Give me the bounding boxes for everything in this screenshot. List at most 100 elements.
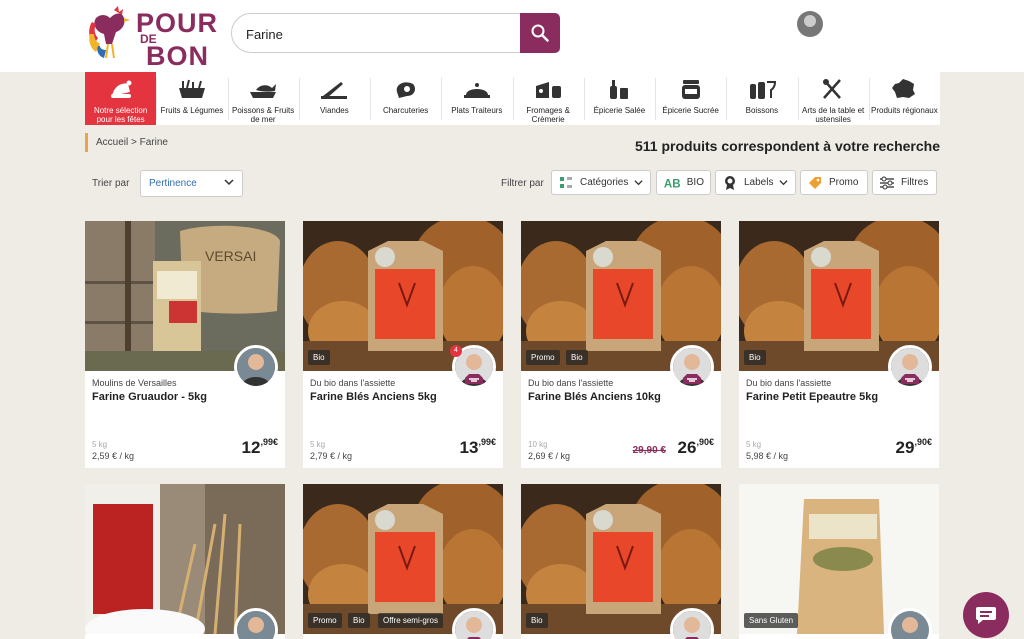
nav-item-0[interactable]: Notre sélection pour les fêtes [85, 72, 157, 125]
chevron-down-icon [224, 179, 234, 186]
filter-promo-label: Promo [829, 177, 859, 188]
price-decimal: ,99€ [478, 437, 496, 447]
nav-item-3[interactable]: Viandes [299, 72, 370, 125]
search-input[interactable] [246, 24, 516, 44]
filter-bio-button[interactable]: AB BIO [656, 170, 711, 195]
product-card[interactable] [85, 484, 285, 639]
chat-bubble-icon [976, 607, 996, 624]
old-price: 29,90 € [632, 445, 666, 456]
rooster-logo-icon [89, 6, 130, 59]
product-brand: Du bio dans l'assiette [746, 378, 832, 388]
nav-item-4[interactable]: Charcuteries [370, 72, 441, 125]
product-weight: 10 kg [528, 440, 548, 449]
nav-item-label: Produits régionaux [871, 106, 938, 115]
product-brand: Du bio dans l'assiette [528, 378, 614, 388]
nav-item-6[interactable]: Fromages & Crèmerie [513, 72, 584, 125]
filter-categories-button[interactable]: Catégories [551, 170, 651, 195]
product-card[interactable]: Promo Bio Offre semi-gros [303, 484, 503, 639]
product-unit-price: 5,98 € / kg [746, 451, 789, 461]
nav-divider [156, 78, 158, 120]
nav-item-1[interactable]: Fruits & Légumes [156, 72, 227, 125]
nav-item-label: Arts de la table et ustensiles [801, 106, 865, 124]
category-nav: Notre sélection pour les fêtes Fruits & L… [85, 72, 940, 125]
filter-labels-button[interactable]: Labels [715, 170, 796, 195]
nav-item-label: Boissons [745, 106, 779, 115]
product-badge: Promo [526, 350, 560, 365]
nav-item-11[interactable]: Produits régionaux [869, 72, 940, 125]
chat-button[interactable] [963, 592, 1009, 638]
product-weight: 5 kg [746, 440, 762, 449]
nav-item-7[interactable]: Épicerie Salée [584, 72, 655, 125]
product-weight: 5 kg [310, 440, 326, 449]
svg-text:VERSAI: VERSAI [205, 248, 256, 264]
ab-bio-icon: AB [664, 178, 681, 190]
nav-divider [441, 78, 443, 120]
product-price: 13,99€ [460, 437, 496, 458]
product-brand: Moulins de Versailles [92, 378, 177, 388]
product-badge: Sans Gluten [744, 613, 799, 628]
product-unit-price: 2,69 € / kg [528, 451, 571, 461]
product-card[interactable]: Du bio dans l'assiette Farine Blés Ancien… [521, 221, 721, 468]
nav-divider [512, 78, 514, 120]
nav-item-label: Épicerie Salée [593, 106, 646, 115]
nav-item-5[interactable]: Plats Traiteurs [441, 72, 512, 125]
search-button[interactable] [520, 13, 560, 53]
nav-divider [298, 78, 300, 120]
producer-avatar[interactable] [888, 345, 932, 389]
filter-bio-label: BIO [686, 177, 704, 188]
product-badge: Bio [744, 350, 766, 365]
result-count-title: 511 produits correspondent à votre reche… [635, 138, 940, 154]
product-card[interactable]: Du bio dans l'assiette Farine Petit Epeau… [739, 221, 939, 468]
filter-more-button[interactable]: Filtres [872, 170, 937, 195]
product-card[interactable]: Du bio dans l'assiette Farine Blés Ancien… [303, 221, 503, 468]
nav-item-9[interactable]: Boissons [726, 72, 797, 125]
sort-label: Trier par [92, 178, 130, 189]
sliders-icon [880, 176, 894, 189]
producer-avatar[interactable] [670, 345, 714, 389]
nav-item-2[interactable]: Poissons & Fruits de mer [228, 72, 299, 125]
logo-line1: POUR [136, 8, 219, 38]
price-decimal: ,90€ [696, 437, 714, 447]
nav-item-label: Épicerie Sucrée [662, 106, 719, 115]
filter-promo-button[interactable]: Promo [800, 170, 868, 195]
gift-hat-icon [105, 78, 137, 100]
product-card[interactable]: Bio [521, 484, 721, 639]
product-price: 12,99€ [242, 437, 278, 458]
product-badge: Bio [308, 350, 330, 365]
producer-avatar[interactable] [234, 345, 278, 389]
product-card[interactable]: VERSAI Moulins de Versailles Farine Gruaud… [85, 221, 285, 468]
wine-glass-icon [746, 78, 778, 100]
nav-divider [726, 78, 728, 120]
count-badge: 4 [450, 345, 462, 357]
user-avatar[interactable] [797, 11, 823, 37]
product-badge: Offre semi-gros [378, 613, 443, 628]
product-price: 26,90€ [678, 437, 714, 458]
logo[interactable]: POUR DE BON [86, 4, 217, 70]
nav-item-label: Fruits & Légumes [160, 106, 224, 115]
logo-line2: BON [146, 41, 209, 71]
utensils-icon [817, 78, 849, 100]
search-icon [531, 24, 549, 42]
sort-select[interactable]: Pertinence [140, 170, 243, 197]
product-badge: Bio [526, 613, 548, 628]
nav-divider [583, 78, 585, 120]
nav-item-label: Plats Traiteurs [451, 106, 503, 115]
nav-item-10[interactable]: Arts de la table et ustensiles [798, 72, 869, 125]
cloche-icon [461, 78, 493, 100]
cheese-icon [532, 78, 564, 100]
product-name: Farine Gruaudor - 5kg [92, 391, 207, 403]
france-map-icon [888, 78, 920, 100]
filter-label: Filtrer par [501, 178, 544, 189]
nav-item-8[interactable]: Épicerie Sucrée [655, 72, 726, 125]
bottles-icon [603, 78, 635, 100]
product-name: Farine Petit Epeautre 5kg [746, 391, 879, 403]
product-card[interactable]: Sans Gluten [739, 484, 939, 639]
breadcrumb[interactable]: Accueil > Farine [85, 133, 168, 152]
product-badge: Bio [348, 613, 370, 628]
price-integer: 29 [895, 438, 915, 457]
product-badge: Promo [308, 613, 342, 628]
vegetables-icon [176, 78, 208, 100]
product-unit-price: 2,79 € / kg [310, 451, 353, 461]
product-badge: Bio [566, 350, 588, 365]
product-weight: 5 kg [92, 440, 108, 449]
